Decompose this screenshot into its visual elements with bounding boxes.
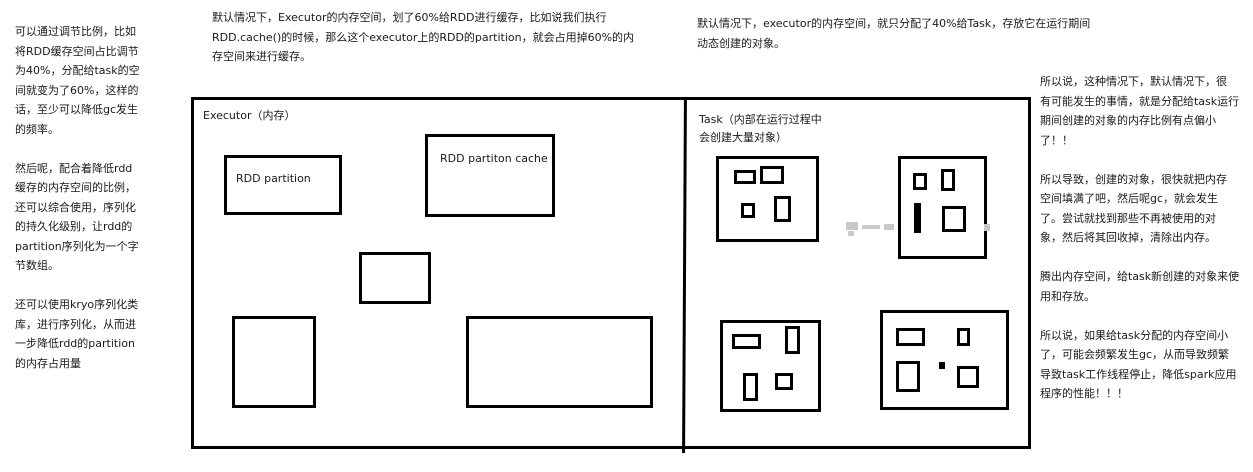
object-3b	[785, 326, 800, 354]
rdd-partition-cache-label: RDD partiton cache	[440, 152, 548, 165]
object-2d	[942, 206, 966, 232]
object-3c	[743, 373, 758, 401]
rdd-partition-cache-block	[425, 134, 555, 217]
left-note: 可以通过调节比例，比如 将RDD缓存空间占比调节 为40%，分配给task的空 …	[15, 25, 140, 370]
gc-indicator-dash-2	[862, 225, 880, 229]
gc-indicator-dash-5	[984, 224, 990, 231]
object-2b	[941, 169, 955, 191]
object-1a	[734, 170, 756, 184]
executor-label: Executor（内存）	[203, 109, 296, 122]
object-1d	[774, 196, 791, 222]
gc-indicator-dash-3	[884, 224, 894, 230]
object-4e	[957, 366, 979, 388]
object-4c	[896, 361, 920, 392]
top-middle-note: 默认情况下，Executor的内存空间，划了60%给RDD进行缓存，比如说我们执…	[212, 11, 635, 63]
gc-indicator-dash-4	[848, 231, 854, 236]
task-object-group-4	[880, 310, 1009, 410]
object-2a	[913, 173, 927, 190]
object-1b	[760, 166, 784, 184]
rdd-partition-label: RDD partition	[236, 172, 311, 185]
top-right-note: 默认情况下，executor的内存空间，就只分配了40%给Task，存放它在运行…	[697, 17, 1091, 50]
object-4d	[939, 362, 945, 369]
executor-block-bottom-right	[466, 316, 653, 408]
right-note: 所以说，这种情况下，默认情况下，很 有可能发生的事情，就是分配给task运行 期…	[1040, 75, 1240, 400]
object-4b	[957, 328, 970, 346]
object-3d	[775, 373, 793, 390]
gc-indicator-dash-1	[846, 222, 858, 230]
executor-block-small	[359, 252, 431, 304]
object-3a	[732, 334, 761, 349]
object-2c	[914, 203, 921, 233]
task-label: Task（内部在运行过程中 会创建大量对象）	[699, 113, 822, 144]
executor-block-bottom-left	[232, 316, 316, 408]
object-1c	[741, 203, 755, 218]
object-4a	[896, 328, 925, 346]
